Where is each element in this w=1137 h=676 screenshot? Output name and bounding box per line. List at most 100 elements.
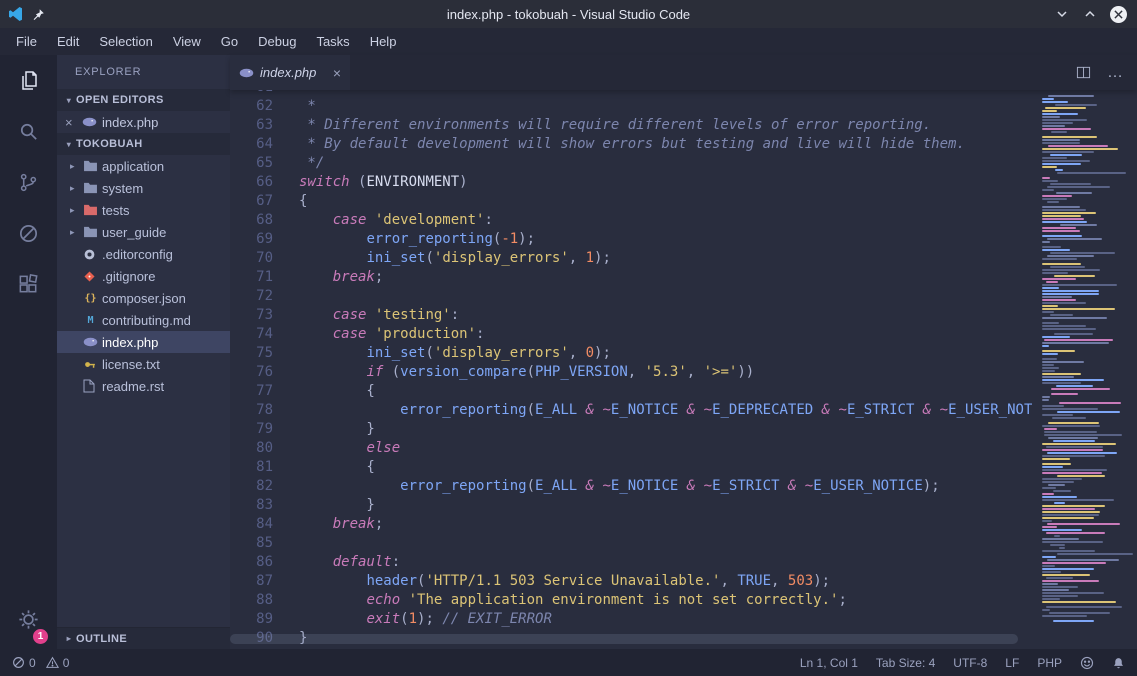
tab-index-php[interactable]: index.php × <box>230 55 350 90</box>
source-control-icon[interactable] <box>0 157 57 208</box>
code-line-83[interactable]: 83 } <box>230 496 1032 515</box>
minimize-button[interactable] <box>1054 6 1070 22</box>
tab-close-icon[interactable]: × <box>333 65 341 81</box>
code-text: break; <box>273 268 383 287</box>
tree-item-contributing-md[interactable]: Mcontributing.md <box>57 309 230 331</box>
tree-item-label: readme.rst <box>102 379 164 394</box>
horizontal-scrollbar[interactable] <box>230 634 1018 644</box>
code-line-82[interactable]: 82 error_reporting(E_ALL & ~E_NOTICE & ~… <box>230 477 1032 496</box>
line-number: 63 <box>230 116 273 135</box>
minimap-line <box>1042 425 1100 427</box>
outline-header[interactable]: ▸ OUTLINE <box>57 627 230 649</box>
minimap-line <box>1050 266 1085 268</box>
code-line-62[interactable]: 62 * <box>230 97 1032 116</box>
project-section-header[interactable]: ▾ TOKOBUAH <box>57 133 230 155</box>
minimap-line <box>1042 142 1080 144</box>
problems-indicator[interactable]: 0 0 <box>12 656 69 670</box>
minimap-line <box>1042 529 1082 531</box>
minimap[interactable] <box>1032 90 1137 649</box>
code-line-89[interactable]: 89 exit(1); // EXIT_ERROR <box>230 610 1032 629</box>
explorer-icon[interactable] <box>0 55 57 106</box>
menu-item-view[interactable]: View <box>163 28 211 55</box>
status-utf-8[interactable]: UTF-8 <box>953 656 987 670</box>
code-line-68[interactable]: 68 case 'development': <box>230 211 1032 230</box>
line-number: 78 <box>230 401 273 420</box>
markdown-icon: M <box>83 315 102 326</box>
menu-item-selection[interactable]: Selection <box>89 28 162 55</box>
tab-bar: index.php × … <box>230 55 1137 90</box>
search-icon[interactable] <box>0 106 57 157</box>
tree-item-composer-json[interactable]: {}composer.json <box>57 287 230 309</box>
code-line-71[interactable]: 71 break; <box>230 268 1032 287</box>
status-lf[interactable]: LF <box>1005 656 1019 670</box>
code-line-77[interactable]: 77 { <box>230 382 1032 401</box>
pin-icon[interactable] <box>32 8 45 21</box>
tree-item-application[interactable]: ▸application <box>57 155 230 177</box>
code-area[interactable]: 61 *------------------------------------… <box>230 90 1032 649</box>
code-line-80[interactable]: 80 else <box>230 439 1032 458</box>
code-line-65[interactable]: 65 */ <box>230 154 1032 173</box>
settings-gear-icon[interactable]: 1 <box>0 594 57 645</box>
code-line-74[interactable]: 74 case 'production': <box>230 325 1032 344</box>
menu-item-help[interactable]: Help <box>360 28 407 55</box>
close-button[interactable] <box>1110 6 1127 23</box>
code-line-79[interactable]: 79 } <box>230 420 1032 439</box>
code-line-73[interactable]: 73 case 'testing': <box>230 306 1032 325</box>
tree-item-system[interactable]: ▸system <box>57 177 230 199</box>
minimap-line <box>1044 431 1097 433</box>
code-line-66[interactable]: 66switch (ENVIRONMENT) <box>230 173 1032 192</box>
menu-item-debug[interactable]: Debug <box>248 28 306 55</box>
more-actions-icon[interactable]: … <box>1107 68 1123 78</box>
tree-item-tests[interactable]: ▸tests <box>57 199 230 221</box>
editorconfig-icon <box>83 248 102 261</box>
maximize-button[interactable] <box>1082 6 1098 22</box>
code-line-87[interactable]: 87 header('HTTP/1.1 503 Service Unavaila… <box>230 572 1032 591</box>
close-editor-icon[interactable]: × <box>65 115 77 130</box>
open-editor-item[interactable]: × index.php <box>57 111 230 133</box>
tree-item-user_guide[interactable]: ▸user_guide <box>57 221 230 243</box>
code-line-85[interactable]: 85 <box>230 534 1032 553</box>
menu-item-go[interactable]: Go <box>211 28 248 55</box>
tree-item-gitignore[interactable]: .gitignore <box>57 265 230 287</box>
code-line-69[interactable]: 69 error_reporting(-1); <box>230 230 1032 249</box>
minimap-line <box>1055 104 1097 106</box>
code-line-63[interactable]: 63 * Different environments will require… <box>230 116 1032 135</box>
feedback-smiley-icon[interactable] <box>1080 656 1094 670</box>
open-editors-header[interactable]: ▾ OPEN EDITORS <box>57 89 230 111</box>
code-line-86[interactable]: 86 default: <box>230 553 1032 572</box>
status-php[interactable]: PHP <box>1037 656 1062 670</box>
menu-item-file[interactable]: File <box>6 28 47 55</box>
tree-item-license-txt[interactable]: license.txt <box>57 353 230 375</box>
sidebar-explorer: EXPLORER ▾ OPEN EDITORS × index.php ▾ TO… <box>57 55 230 649</box>
code-line-78[interactable]: 78 error_reporting(E_ALL & ~E_NOTICE & ~… <box>230 401 1032 420</box>
code-line-75[interactable]: 75 ini_set('display_errors', 0); <box>230 344 1032 363</box>
status-tab-size-4[interactable]: Tab Size: 4 <box>876 656 935 670</box>
tree-item-readme-rst[interactable]: readme.rst <box>57 375 230 397</box>
minimap-line <box>1046 606 1122 608</box>
line-number: 73 <box>230 306 273 325</box>
extensions-icon[interactable] <box>0 259 57 310</box>
code-line-70[interactable]: 70 ini_set('display_errors', 1); <box>230 249 1032 268</box>
code-line-76[interactable]: 76 if (version_compare(PHP_VERSION, '5.3… <box>230 363 1032 382</box>
line-number: 67 <box>230 192 273 211</box>
line-number: 70 <box>230 249 273 268</box>
minimap-line <box>1042 583 1058 585</box>
php-icon <box>82 116 97 128</box>
code-line-72[interactable]: 72 <box>230 287 1032 306</box>
status-ln-1-col-1[interactable]: Ln 1, Col 1 <box>800 656 858 670</box>
code-line-67[interactable]: 67{ <box>230 192 1032 211</box>
notifications-bell-icon[interactable] <box>1112 656 1125 670</box>
code-line-81[interactable]: 81 { <box>230 458 1032 477</box>
code-line-88[interactable]: 88 echo 'The application environment is … <box>230 591 1032 610</box>
code-line-84[interactable]: 84 break; <box>230 515 1032 534</box>
circle-slash-icon[interactable] <box>0 208 57 259</box>
tree-item-index-php[interactable]: index.php <box>57 331 230 353</box>
minimap-line <box>1048 422 1099 424</box>
code-line-64[interactable]: 64 * By default development will show er… <box>230 135 1032 154</box>
split-editor-icon[interactable] <box>1076 65 1091 80</box>
menu-item-tasks[interactable]: Tasks <box>306 28 359 55</box>
tree-item-editorconfig[interactable]: .editorconfig <box>57 243 230 265</box>
minimap-line <box>1042 101 1068 103</box>
menu-item-edit[interactable]: Edit <box>47 28 89 55</box>
code-line-61[interactable]: 61 *------------------------------------… <box>230 90 1032 97</box>
